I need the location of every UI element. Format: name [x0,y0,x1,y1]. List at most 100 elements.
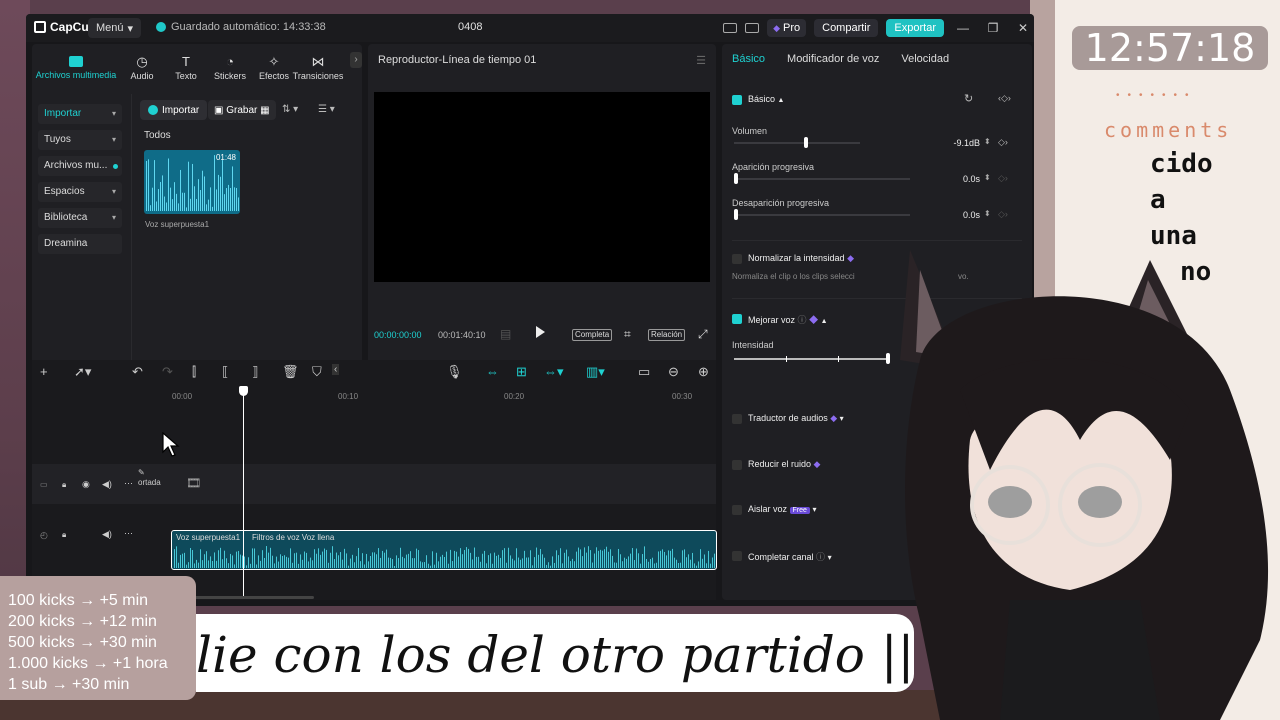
volume-slider[interactable] [734,137,860,148]
preview-axis-icon[interactable]: ▥▾ [586,364,605,380]
sidebar-item-label: Archivos mu... [44,160,108,171]
fade-in-value[interactable]: 0.0s [948,174,980,184]
speaker-icon[interactable]: ◀) [102,479,112,490]
waveform-bar [616,562,617,568]
redo-icon[interactable]: ↷ [162,364,173,380]
hamburger-icon[interactable]: ☰ [696,54,706,67]
fade-out-slider[interactable] [734,209,910,220]
enhance-checkbox[interactable] [732,314,742,324]
grid-icon[interactable]: ▤ [500,327,511,341]
pro-button[interactable]: ◆ Pro [767,19,807,37]
tab-effects[interactable]: ✧ Efectos [252,44,296,92]
ratio-button[interactable]: Relación [648,329,686,341]
menu-button[interactable]: Menú ▾ [88,18,142,38]
tab-audio[interactable]: ◷ Audio [120,44,164,92]
import-button[interactable]: Importar [140,100,208,120]
tab-speed[interactable]: Velocidad [901,53,949,65]
microphone-icon[interactable]: 🎙 [446,364,463,380]
close-icon[interactable]: ✕ [1012,21,1034,35]
fullscreen-icon[interactable]: ⤢ [698,327,708,342]
fade-in-slider[interactable] [734,173,910,184]
more-icon[interactable]: ⋯ [124,478,133,489]
shield-icon[interactable]: ⛉ [312,364,322,380]
intensity-slider[interactable] [734,353,890,364]
playhead[interactable] [243,388,244,598]
lock-icon[interactable]: 🔒︎ [62,530,66,540]
fade-in-slider-handle[interactable] [734,173,738,184]
screen-icon[interactable]: ▭ [638,364,650,380]
link-icon[interactable]: ⇔ [486,364,499,379]
crop-icon[interactable]: ⌗ [624,327,631,342]
sidebar-item-yours[interactable]: Tuyos ▾ [38,130,122,150]
split-icon[interactable]: ⫿ [192,364,196,380]
volume-value[interactable]: -9.1dB [948,138,980,148]
fade-out-slider-handle[interactable] [734,209,738,220]
waveform-bar [204,554,205,568]
project-name[interactable]: 0408 [458,21,482,33]
delete-icon[interactable]: 🗑 [282,364,299,380]
linkage-icon[interactable]: ⇔▾ [544,364,564,380]
sidebar-item-spaces[interactable]: Espacios ▾ [38,182,122,202]
keyframe-icon[interactable]: ‹◇› [998,93,1011,104]
tab-basic[interactable]: Básico [732,53,765,65]
sort-icon[interactable]: ⇅ ▾ [282,104,298,115]
reset-icon[interactable]: ↻ [964,92,973,105]
zoom-in-icon[interactable]: ⊕ [698,364,709,380]
translate-checkbox[interactable] [732,414,742,424]
full-quality-button[interactable]: Completa [572,329,613,341]
add-icon[interactable]: + [40,364,48,379]
sidebar-item-media-files[interactable]: Archivos mu... [38,156,122,176]
fade-out-value[interactable]: 0.0s [948,210,980,220]
export-button[interactable]: Exportar [886,19,944,37]
waveform-bar [180,169,181,211]
keyboard-icon[interactable] [745,23,760,33]
play-icon[interactable] [536,326,545,338]
chevron-right-icon[interactable]: › [350,52,362,68]
waveform-bar [360,561,361,568]
lock-icon[interactable]: 🔒︎ [62,480,66,490]
layout-icon[interactable] [723,23,738,33]
volume-slider-handle[interactable] [804,137,809,148]
undo-icon[interactable]: ↶ [132,364,143,380]
media-thumbnail[interactable]: 01:48 [144,150,240,214]
maximize-icon[interactable]: ❐ [982,21,1004,35]
tab-transitions[interactable]: ⋈ Transiciones [293,44,344,92]
tab-stickers[interactable]: ◔ Stickers [208,44,252,92]
collapse-icon[interactable]: ‹ [332,364,340,375]
snap-icon[interactable]: ⊞ [516,364,527,380]
cover-button[interactable]: ✎ ortada [138,468,161,488]
stepper-icon[interactable]: ⬍ [984,209,991,218]
sidebar-item-library[interactable]: Biblioteca ▾ [38,208,122,228]
tab-voice-changer[interactable]: Modificador de voz [787,53,879,65]
filter-icon[interactable]: ☰ ▾ [318,104,335,115]
more-icon[interactable]: ⋯ [124,528,133,539]
sidebar-item-dreamina[interactable]: Dreamina [38,234,122,254]
waveform-bar [542,554,543,568]
audio-clip[interactable]: Voz superpuesta1 Filtros de voz Voz llen… [171,530,717,570]
select-cursor-icon[interactable]: ➚▾ [74,364,91,380]
isolate-checkbox[interactable] [732,505,742,515]
stepper-icon[interactable]: ⬍ [984,173,991,182]
normalize-checkbox[interactable] [732,254,742,264]
speaker-icon[interactable]: ◀) [102,529,112,540]
keyframe-icon[interactable]: ◇› [998,137,1008,148]
zoom-out-icon[interactable]: ⊖ [668,364,679,380]
tab-text[interactable]: T Texto [164,44,208,92]
share-button[interactable]: Compartir [814,19,879,37]
waveform-bar [392,559,393,568]
complete-channel-checkbox[interactable] [732,551,742,561]
minimize-icon[interactable]: — [952,21,974,35]
record-button[interactable]: ▣ Grabar ▦ [208,100,276,120]
eye-icon[interactable]: ◉ [82,479,90,490]
tab-media[interactable]: Archivos multimedia [32,44,120,92]
waveform-bar [254,548,255,568]
sidebar-item-import[interactable]: Importar ▾ [38,104,122,124]
timeline-scrollbar[interactable] [194,596,314,599]
waveform-bar [310,557,311,568]
basic-checkbox[interactable] [732,95,742,105]
stepper-icon[interactable]: ⬍ [984,137,991,146]
split-right-icon[interactable]: ⟧ [252,364,258,380]
noise-checkbox[interactable] [732,460,742,470]
video-preview[interactable] [374,92,710,282]
split-left-icon[interactable]: ⟦ [222,364,228,380]
